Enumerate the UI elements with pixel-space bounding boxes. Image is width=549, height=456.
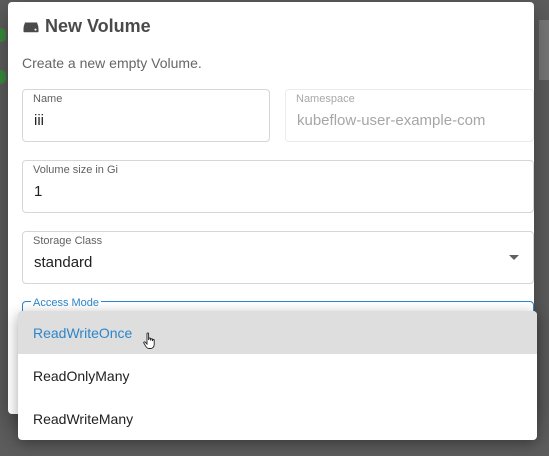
storage-class-label: Storage Class — [33, 235, 103, 247]
namespace-value: kubeflow-user-example-com — [297, 112, 486, 129]
name-field[interactable]: Name — [22, 89, 270, 142]
hand-pointer-cursor-icon — [143, 332, 155, 349]
namespace-field-label: Namespace — [296, 93, 355, 105]
menu-item-readwriteonce[interactable]: ReadWriteOnce — [18, 311, 537, 354]
volume-size-field[interactable]: Volume size in Gi — [22, 160, 534, 213]
access-mode-menu: ReadWriteOnce ReadOnlyMany ReadWriteMany — [18, 311, 537, 440]
name-field-label: Name — [33, 93, 63, 105]
access-mode-label: Access Mode — [31, 297, 102, 309]
dialog-title: New Volume — [22, 16, 151, 37]
namespace-field: Namespace kubeflow-user-example-com — [285, 89, 534, 142]
volume-size-input[interactable] — [34, 183, 442, 200]
storage-drive-icon — [23, 22, 39, 32]
menu-item-readonlymany[interactable]: ReadOnlyMany — [18, 354, 537, 397]
storage-class-value: standard — [34, 254, 93, 271]
menu-item-readwritemany[interactable]: ReadWriteMany — [18, 397, 537, 440]
background-panel-edge — [539, 20, 549, 80]
storage-class-select[interactable]: Storage Class standard — [22, 231, 534, 284]
dialog-title-text: New Volume — [45, 16, 151, 36]
name-input[interactable] — [34, 112, 231, 129]
dialog-subtitle: Create a new empty Volume. — [22, 55, 202, 71]
volume-size-field-label: Volume size in Gi — [33, 164, 118, 176]
background-status-dot — [0, 70, 6, 84]
dropdown-arrow-icon — [509, 255, 519, 260]
background-status-dot — [0, 28, 6, 42]
